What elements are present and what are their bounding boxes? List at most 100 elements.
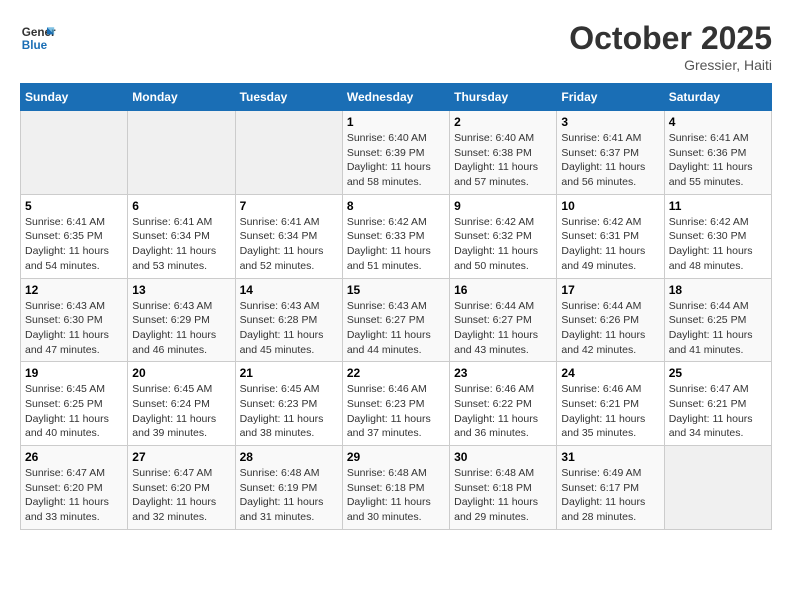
day-cell xyxy=(21,111,128,195)
day-cell: 29 Sunrise: 6:48 AM Sunset: 6:18 PM Dayli… xyxy=(342,446,449,530)
day-info: Sunrise: 6:46 AM Sunset: 6:23 PM Dayligh… xyxy=(347,382,445,441)
day-cell: 8 Sunrise: 6:42 AM Sunset: 6:33 PM Daylig… xyxy=(342,194,449,278)
logo-icon: General Blue xyxy=(20,20,56,56)
day-number: 18 xyxy=(669,283,767,297)
week-row-3: 12Sunrise: 6:43 AM Sunset: 6:30 PM Dayli… xyxy=(21,278,772,362)
day-info: Sunrise: 6:44 AM Sunset: 6:26 PM Dayligh… xyxy=(561,299,659,358)
day-info: Sunrise: 6:45 AM Sunset: 6:25 PM Dayligh… xyxy=(25,382,123,441)
week-row-4: 19 Sunrise: 6:45 AM Sunset: 6:25 PM Dayli… xyxy=(21,362,772,446)
day-cell: 12Sunrise: 6:43 AM Sunset: 6:30 PM Dayli… xyxy=(21,278,128,362)
day-number: 21 xyxy=(240,366,338,380)
day-info: Sunrise: 6:40 AM Sunset: 6:39 PM Dayligh… xyxy=(347,131,445,190)
day-number: 22 xyxy=(347,366,445,380)
day-info: Sunrise: 6:45 AM Sunset: 6:24 PM Dayligh… xyxy=(132,382,230,441)
day-info: Sunrise: 6:41 AM Sunset: 6:34 PM Dayligh… xyxy=(132,215,230,274)
day-info: Sunrise: 6:43 AM Sunset: 6:29 PM Dayligh… xyxy=(132,299,230,358)
day-cell: 6Sunrise: 6:41 AM Sunset: 6:34 PM Daylig… xyxy=(128,194,235,278)
day-info: Sunrise: 6:41 AM Sunset: 6:35 PM Dayligh… xyxy=(25,215,123,274)
day-cell: 5 Sunrise: 6:41 AM Sunset: 6:35 PM Daylig… xyxy=(21,194,128,278)
day-info: Sunrise: 6:44 AM Sunset: 6:27 PM Dayligh… xyxy=(454,299,552,358)
day-number: 10 xyxy=(561,199,659,213)
day-info: Sunrise: 6:41 AM Sunset: 6:37 PM Dayligh… xyxy=(561,131,659,190)
col-header-sunday: Sunday xyxy=(21,84,128,111)
day-cell: 27 Sunrise: 6:47 AM Sunset: 6:20 PM Dayli… xyxy=(128,446,235,530)
day-cell: 2Sunrise: 6:40 AM Sunset: 6:38 PM Daylig… xyxy=(450,111,557,195)
day-info: Sunrise: 6:48 AM Sunset: 6:18 PM Dayligh… xyxy=(347,466,445,525)
day-info: Sunrise: 6:42 AM Sunset: 6:33 PM Dayligh… xyxy=(347,215,445,274)
col-header-monday: Monday xyxy=(128,84,235,111)
day-info: Sunrise: 6:46 AM Sunset: 6:21 PM Dayligh… xyxy=(561,382,659,441)
day-info: Sunrise: 6:48 AM Sunset: 6:19 PM Dayligh… xyxy=(240,466,338,525)
week-row-2: 5 Sunrise: 6:41 AM Sunset: 6:35 PM Daylig… xyxy=(21,194,772,278)
day-info: Sunrise: 6:43 AM Sunset: 6:27 PM Dayligh… xyxy=(347,299,445,358)
day-cell: 26 Sunrise: 6:47 AM Sunset: 6:20 PM Dayli… xyxy=(21,446,128,530)
col-header-tuesday: Tuesday xyxy=(235,84,342,111)
day-info: Sunrise: 6:46 AM Sunset: 6:22 PM Dayligh… xyxy=(454,382,552,441)
day-number: 26 xyxy=(25,450,123,464)
week-row-1: 1 Sunrise: 6:40 AM Sunset: 6:39 PM Daylig… xyxy=(21,111,772,195)
day-number: 9 xyxy=(454,199,552,213)
day-cell: 28 Sunrise: 6:48 AM Sunset: 6:19 PM Dayli… xyxy=(235,446,342,530)
day-cell: 1 Sunrise: 6:40 AM Sunset: 6:39 PM Daylig… xyxy=(342,111,449,195)
day-info: Sunrise: 6:45 AM Sunset: 6:23 PM Dayligh… xyxy=(240,382,338,441)
day-number: 4 xyxy=(669,115,767,129)
month-title: October 2025 xyxy=(569,20,772,57)
day-number: 20 xyxy=(132,366,230,380)
day-number: 1 xyxy=(347,115,445,129)
day-info: Sunrise: 6:47 AM Sunset: 6:20 PM Dayligh… xyxy=(25,466,123,525)
day-cell: 23 Sunrise: 6:46 AM Sunset: 6:22 PM Dayli… xyxy=(450,362,557,446)
day-info: Sunrise: 6:42 AM Sunset: 6:30 PM Dayligh… xyxy=(669,215,767,274)
day-number: 5 xyxy=(25,199,123,213)
day-cell: 4 Sunrise: 6:41 AM Sunset: 6:36 PM Daylig… xyxy=(664,111,771,195)
day-info: Sunrise: 6:41 AM Sunset: 6:34 PM Dayligh… xyxy=(240,215,338,274)
day-number: 8 xyxy=(347,199,445,213)
day-number: 28 xyxy=(240,450,338,464)
calendar-table: SundayMondayTuesdayWednesdayThursdayFrid… xyxy=(20,83,772,530)
day-info: Sunrise: 6:44 AM Sunset: 6:25 PM Dayligh… xyxy=(669,299,767,358)
day-cell: 13Sunrise: 6:43 AM Sunset: 6:29 PM Dayli… xyxy=(128,278,235,362)
day-number: 30 xyxy=(454,450,552,464)
svg-text:Blue: Blue xyxy=(22,39,48,52)
day-number: 17 xyxy=(561,283,659,297)
day-info: Sunrise: 6:47 AM Sunset: 6:20 PM Dayligh… xyxy=(132,466,230,525)
col-header-friday: Friday xyxy=(557,84,664,111)
day-cell: 11 Sunrise: 6:42 AM Sunset: 6:30 PM Dayli… xyxy=(664,194,771,278)
day-number: 19 xyxy=(25,366,123,380)
title-block: October 2025 Gressier, Haiti xyxy=(569,20,772,73)
day-cell: 15Sunrise: 6:43 AM Sunset: 6:27 PM Dayli… xyxy=(342,278,449,362)
day-number: 23 xyxy=(454,366,552,380)
day-cell: 31Sunrise: 6:49 AM Sunset: 6:17 PM Dayli… xyxy=(557,446,664,530)
day-number: 16 xyxy=(454,283,552,297)
day-cell: 19 Sunrise: 6:45 AM Sunset: 6:25 PM Dayli… xyxy=(21,362,128,446)
location: Gressier, Haiti xyxy=(569,57,772,73)
day-cell: 14Sunrise: 6:43 AM Sunset: 6:28 PM Dayli… xyxy=(235,278,342,362)
day-info: Sunrise: 6:43 AM Sunset: 6:30 PM Dayligh… xyxy=(25,299,123,358)
day-number: 7 xyxy=(240,199,338,213)
day-info: Sunrise: 6:48 AM Sunset: 6:18 PM Dayligh… xyxy=(454,466,552,525)
page-header: General Blue October 2025 Gressier, Hait… xyxy=(20,20,772,73)
day-number: 29 xyxy=(347,450,445,464)
day-cell: 17 Sunrise: 6:44 AM Sunset: 6:26 PM Dayli… xyxy=(557,278,664,362)
col-header-wednesday: Wednesday xyxy=(342,84,449,111)
day-cell: 10 Sunrise: 6:42 AM Sunset: 6:31 PM Dayli… xyxy=(557,194,664,278)
day-number: 25 xyxy=(669,366,767,380)
day-cell xyxy=(128,111,235,195)
day-info: Sunrise: 6:42 AM Sunset: 6:31 PM Dayligh… xyxy=(561,215,659,274)
day-number: 27 xyxy=(132,450,230,464)
day-info: Sunrise: 6:42 AM Sunset: 6:32 PM Dayligh… xyxy=(454,215,552,274)
day-cell: 21 Sunrise: 6:45 AM Sunset: 6:23 PM Dayli… xyxy=(235,362,342,446)
day-cell: 9 Sunrise: 6:42 AM Sunset: 6:32 PM Daylig… xyxy=(450,194,557,278)
day-cell: 30 Sunrise: 6:48 AM Sunset: 6:18 PM Dayli… xyxy=(450,446,557,530)
day-number: 31 xyxy=(561,450,659,464)
day-cell: 22 Sunrise: 6:46 AM Sunset: 6:23 PM Dayli… xyxy=(342,362,449,446)
day-cell: 7 Sunrise: 6:41 AM Sunset: 6:34 PM Daylig… xyxy=(235,194,342,278)
week-row-5: 26 Sunrise: 6:47 AM Sunset: 6:20 PM Dayli… xyxy=(21,446,772,530)
day-number: 11 xyxy=(669,199,767,213)
day-info: Sunrise: 6:47 AM Sunset: 6:21 PM Dayligh… xyxy=(669,382,767,441)
logo: General Blue xyxy=(20,20,56,56)
day-number: 14 xyxy=(240,283,338,297)
day-number: 24 xyxy=(561,366,659,380)
day-info: Sunrise: 6:41 AM Sunset: 6:36 PM Dayligh… xyxy=(669,131,767,190)
calendar-header-row: SundayMondayTuesdayWednesdayThursdayFrid… xyxy=(21,84,772,111)
day-cell: 16 Sunrise: 6:44 AM Sunset: 6:27 PM Dayli… xyxy=(450,278,557,362)
